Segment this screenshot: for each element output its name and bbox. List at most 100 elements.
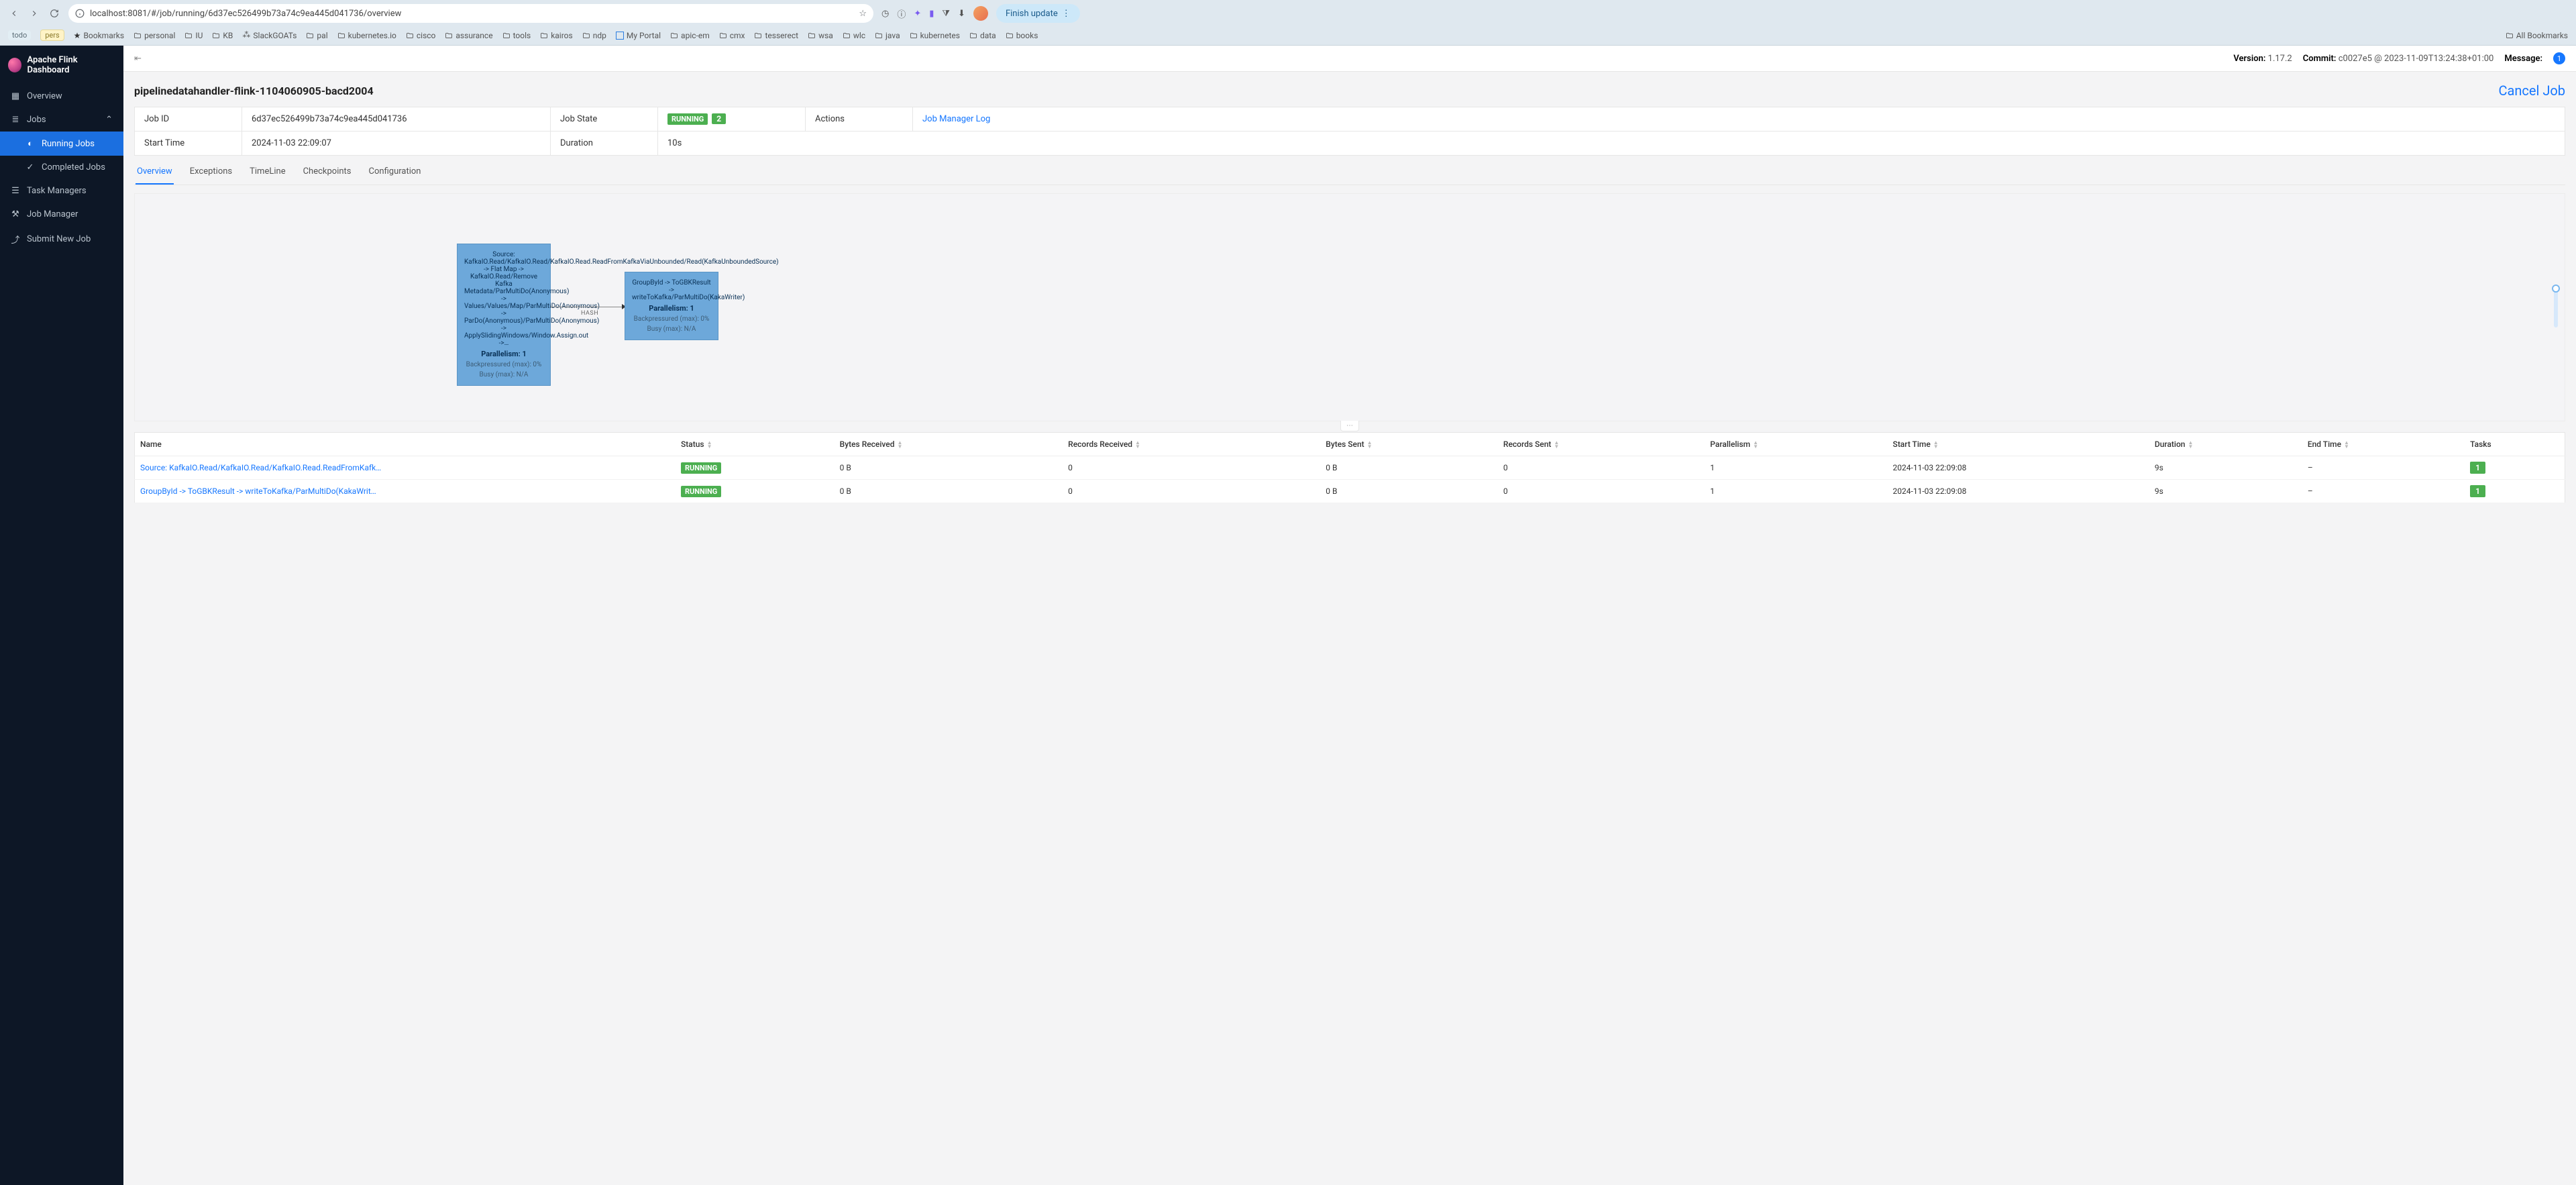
folder-icon [184, 32, 193, 40]
site-info-icon[interactable] [75, 9, 85, 18]
folder-icon [582, 32, 590, 40]
bookmark-ndp[interactable]: ndp [582, 31, 606, 40]
bookmark-bookmarks[interactable]: ★Bookmarks [74, 31, 124, 40]
cell-et: – [2302, 456, 2465, 480]
list-icon: ☰ [11, 186, 20, 196]
folder-icon [502, 32, 511, 40]
cell-br: 0 B [835, 456, 1063, 480]
bookmark-books[interactable]: books [1006, 31, 1038, 40]
tab-exceptions[interactable]: Exceptions [189, 160, 233, 185]
folder-icon [808, 32, 816, 40]
bookmark-apic-em[interactable]: apic-em [670, 31, 710, 40]
col-status[interactable]: Status▲▼ [676, 433, 835, 456]
play-icon: ◐ [25, 138, 35, 149]
sidebar-item-submit-job[interactable]: ⤴Submit New Job [0, 226, 123, 252]
back-button[interactable] [8, 7, 20, 19]
col-rr[interactable]: Records Received▲▼ [1063, 433, 1320, 456]
col-rs[interactable]: Records Sent▲▼ [1498, 433, 1705, 456]
status-badge: RUNNING [681, 462, 721, 474]
folder-icon [910, 32, 918, 40]
tab-timeline[interactable]: TimeLine [248, 160, 286, 185]
bookmark-kairos[interactable]: kairos [540, 31, 573, 40]
bookmark-slackgoats[interactable]: ⁂SlackGOATs [242, 30, 297, 40]
sort-icon: ▲▼ [1554, 441, 1559, 449]
graph-node-sink[interactable]: GroupById -> ToGBKResult -> writeToKafka… [625, 272, 718, 340]
col-st[interactable]: Start Time▲▼ [1888, 433, 2149, 456]
sidebar-item-overview[interactable]: ▦Overview [0, 85, 123, 108]
bookmark-pill-pers[interactable]: pers [40, 30, 64, 41]
resize-handle[interactable]: ⋯ [1340, 421, 1359, 431]
cell-st: 2024-11-03 22:09:08 [1888, 456, 2149, 480]
cell-et: – [2302, 480, 2465, 503]
sidebar-item-job-manager[interactable]: ⚒Job Manager [0, 203, 123, 226]
graph-node-source[interactable]: Source: KafkaIO.Read/KafkaIO.Read/KafkaI… [457, 244, 551, 386]
cell-dur: 9s [2149, 480, 2302, 503]
chevron-up-icon: ⌃ [105, 115, 113, 125]
bookmark-assurance[interactable]: assurance [445, 31, 492, 40]
bookmark-tesserect[interactable]: tesserect [754, 31, 798, 40]
tab-checkpoints[interactable]: Checkpoints [302, 160, 353, 185]
table-row: GroupById -> ToGBKResult -> writeToKafka… [135, 480, 2565, 503]
sidebar-item-running-jobs[interactable]: ◐Running Jobs [0, 132, 123, 156]
reload-button[interactable] [48, 7, 60, 19]
cancel-job-button[interactable]: Cancel Job [2498, 83, 2565, 99]
bookmark-pal[interactable]: pal [306, 31, 327, 40]
bookmark-kubernetes[interactable]: kubernetes [910, 31, 960, 40]
sort-icon: ▲▼ [1367, 441, 1373, 449]
ext2-icon[interactable]: ▮ [929, 9, 934, 19]
zoom-slider[interactable] [2554, 287, 2558, 327]
bookmark-java[interactable]: java [875, 31, 900, 40]
bookmark-cmx[interactable]: cmx [719, 31, 745, 40]
col-dur[interactable]: Duration▲▼ [2149, 433, 2302, 456]
cell-rr: 0 [1063, 456, 1320, 480]
bookmark-my-portal[interactable]: My Portal [616, 31, 661, 40]
graph-node-source-parallelism: Parallelism: 1 [464, 350, 543, 358]
col-bs[interactable]: Bytes Sent▲▼ [1320, 433, 1498, 456]
folder-icon [969, 32, 977, 40]
download-icon[interactable]: ⬇ [958, 9, 965, 19]
graph-node-source-text: Source: KafkaIO.Read/KafkaIO.Read/KafkaI… [464, 251, 543, 347]
collapse-sidebar-icon[interactable]: ⇤ [134, 54, 142, 64]
bars-icon: ≣ [11, 115, 20, 125]
jm-log-link[interactable]: Job Manager Log [922, 114, 990, 124]
url-bar[interactable]: localhost:8081/#/job/running/6d37ec52649… [68, 4, 873, 23]
bookmark-personal[interactable]: personal [133, 31, 175, 40]
profile-avatar[interactable] [973, 6, 988, 21]
bookmark-star-icon[interactable]: ☆ [859, 9, 867, 19]
task-name-link[interactable]: GroupById -> ToGBKResult -> writeToKafka… [140, 486, 376, 496]
col-br[interactable]: Bytes Received▲▼ [835, 433, 1063, 456]
finish-update-button[interactable]: Finish update⋮ [996, 4, 1080, 23]
sort-icon: ▲▼ [898, 441, 903, 449]
tab-overview[interactable]: Overview [136, 160, 174, 185]
tab-configuration[interactable]: Configuration [368, 160, 423, 185]
version-value: 1.17.2 [2268, 54, 2292, 64]
sidebar-item-task-managers[interactable]: ☰Task Managers [0, 179, 123, 203]
bookmark-tools[interactable]: tools [502, 31, 531, 40]
bookmark-wsa[interactable]: wsa [808, 31, 833, 40]
ext1-icon[interactable]: ✦ [914, 9, 921, 19]
bookmark-pill-todo[interactable]: todo [8, 30, 31, 40]
bookmark-kubernetes-io[interactable]: kubernetes.io [337, 31, 396, 40]
history-icon[interactable]: ◷ [881, 9, 889, 19]
col-para[interactable]: Parallelism▲▼ [1705, 433, 1887, 456]
message-badge[interactable]: 1 [2553, 52, 2565, 64]
star-icon: ★ [74, 31, 81, 40]
bookmark-wlc[interactable]: wlc [843, 31, 865, 40]
task-name-link[interactable]: Source: KafkaIO.Read/KafkaIO.Read/KafkaI… [140, 463, 381, 472]
job-graph[interactable]: Source: KafkaIO.Read/KafkaIO.Read/KafkaI… [134, 193, 2565, 421]
all-bookmarks[interactable]: All Bookmarks [2506, 31, 2568, 40]
upload-icon: ⤴ [11, 233, 20, 246]
col-et[interactable]: End Time▲▼ [2302, 433, 2465, 456]
zoom-thumb[interactable] [2552, 285, 2560, 293]
bookmark-cisco[interactable]: cisco [406, 31, 436, 40]
info-icon[interactable]: ⓘ [897, 7, 906, 20]
graph-node-sink-bp: Backpressured (max): 0% [632, 315, 711, 323]
tasks-badge: 1 [2470, 462, 2485, 474]
bookmark-data[interactable]: data [969, 31, 996, 40]
bookmark-kb[interactable]: KB [212, 31, 233, 40]
extensions-icon[interactable]: ⧩ [942, 9, 950, 19]
sidebar-item-completed-jobs[interactable]: ✓Completed Jobs [0, 156, 123, 179]
bookmark-iu[interactable]: IU [184, 31, 203, 40]
sidebar-item-jobs[interactable]: ≣Jobs⌃ [0, 108, 123, 132]
forward-button[interactable] [28, 7, 40, 19]
